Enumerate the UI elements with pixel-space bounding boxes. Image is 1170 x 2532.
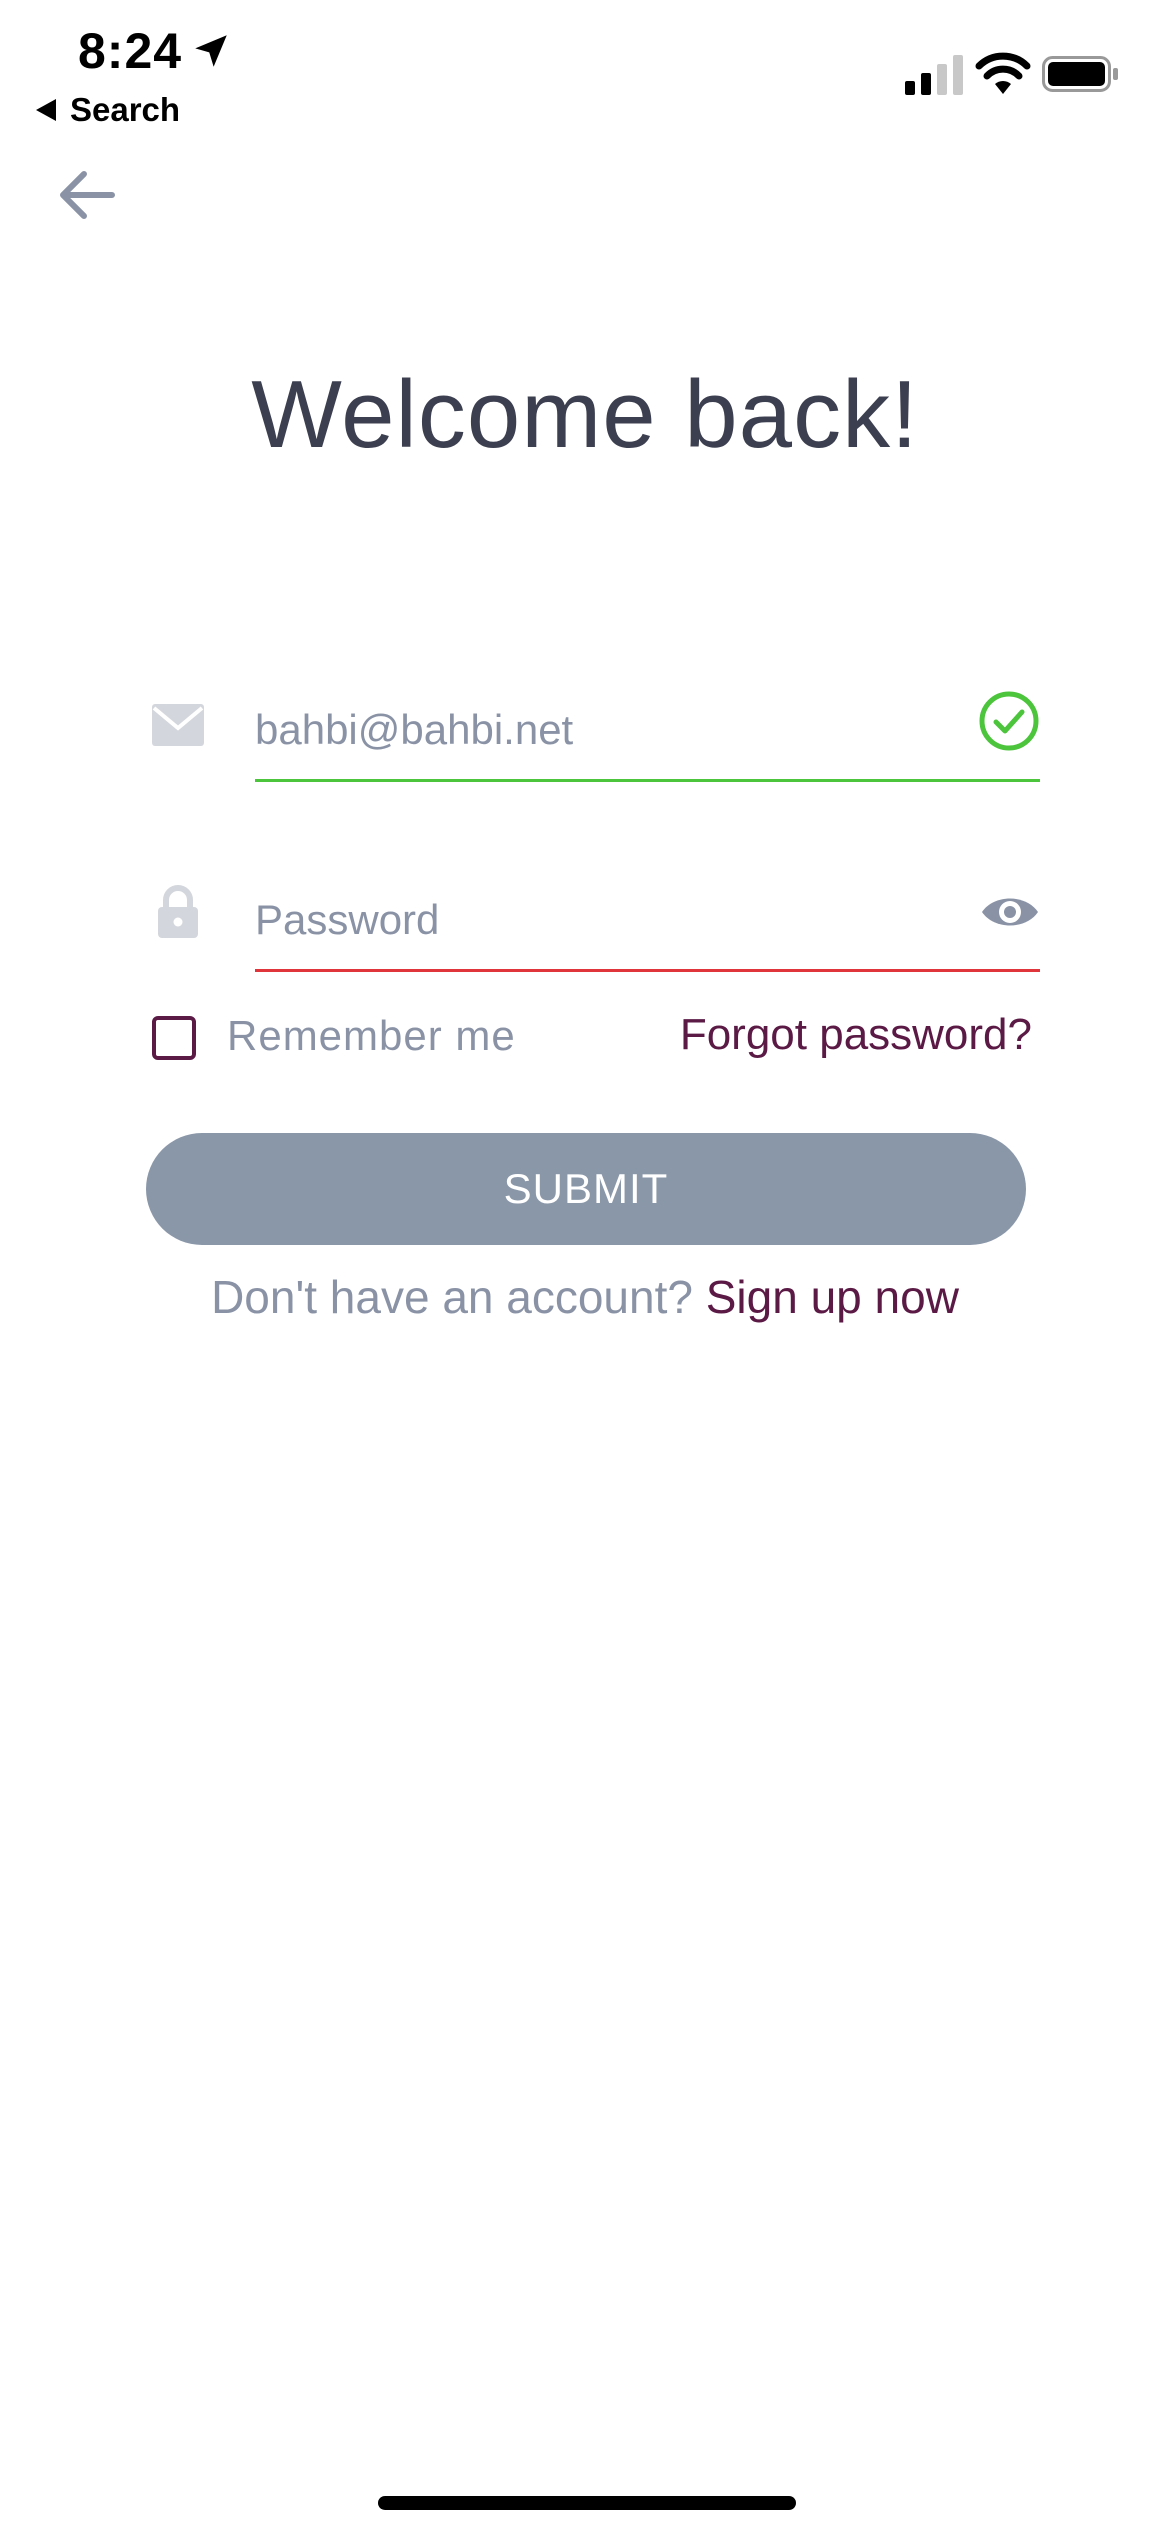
password-field[interactable]	[255, 880, 935, 960]
page-title: Welcome back!	[251, 361, 919, 468]
status-bar: 8:24 Search	[0, 0, 1170, 140]
email-field[interactable]	[255, 690, 935, 770]
battery-icon	[1042, 56, 1118, 92]
remember-me-label[interactable]: Remember me	[227, 1012, 516, 1060]
back-to-search-label: Search	[70, 91, 181, 128]
arrow-left-icon[interactable]	[52, 160, 122, 230]
remember-row: Remember me Forgot password?	[152, 1010, 1032, 1080]
password-underline	[255, 969, 1040, 972]
forgot-password-link[interactable]: Forgot password?	[680, 1010, 1032, 1060]
signup-prompt: Don't have an account?	[211, 1271, 693, 1323]
email-underline	[255, 779, 1040, 782]
check-circle-icon	[979, 691, 1039, 751]
envelope-icon	[152, 704, 204, 746]
remember-me-checkbox[interactable]	[152, 1016, 196, 1060]
email-field-row	[150, 670, 1040, 790]
password-input-wrapper	[255, 860, 1040, 972]
home-indicator[interactable]	[378, 2496, 796, 2510]
email-input-wrapper	[255, 670, 1040, 782]
submit-button[interactable]: SUBMIT	[146, 1133, 1026, 1245]
back-to-search-button[interactable]: Search	[36, 90, 180, 130]
status-time: 8:24	[78, 23, 183, 79]
cellular-signal-icon	[905, 55, 963, 95]
eye-icon[interactable]	[980, 890, 1040, 934]
password-field-row	[150, 860, 1040, 980]
signup-line: Don't have an account? Sign up now	[0, 1270, 1170, 1324]
login-screen: 8:24 Search Welcome back! bahbi@bahbi.ne…	[0, 0, 1170, 2532]
location-arrow-icon	[195, 35, 227, 67]
back-triangle-icon	[36, 99, 56, 121]
lock-icon	[158, 885, 198, 938]
sign-up-link[interactable]: Sign up now	[706, 1271, 959, 1323]
wifi-icon	[975, 52, 1031, 94]
